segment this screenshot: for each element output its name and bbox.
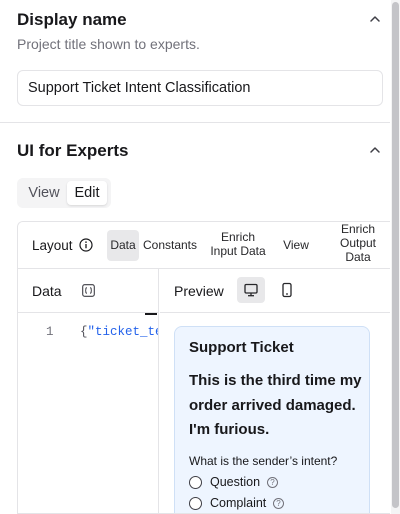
preview-pane: Preview Support Ticket This is the third… [160,269,390,513]
tab-enrich-input-data[interactable]: Enrich Input Data [206,230,270,258]
code-brace: { [80,325,88,339]
desktop-preview-button[interactable] [237,277,265,303]
radio-button[interactable] [189,476,202,489]
code-braces-icon[interactable] [82,284,95,297]
chevron-up-icon[interactable] [368,143,382,157]
chevron-up-icon[interactable] [368,12,382,26]
monitor-icon [244,283,258,297]
option-label: Question [210,475,261,489]
tab-data[interactable]: Data [107,230,139,261]
layout-tabs-bar: Layout Data Constants Enrich Input Data … [18,222,390,269]
tab-view[interactable]: View [280,238,312,252]
tab-constants[interactable]: Constants [139,238,201,252]
data-pane: Data 1 {"ticket_te [18,269,159,513]
help-circle-icon[interactable]: ? [273,498,284,509]
edit-mode-button[interactable]: Edit [67,181,107,205]
scrollbar-thumb[interactable] [392,2,399,508]
card-title: Support Ticket [189,339,294,356]
display-name-input[interactable] [17,70,383,106]
code-text: "ticket_te [87,325,158,339]
view-mode-button[interactable]: View [22,181,66,205]
layout-editor-panel: Layout Data Constants Enrich Input Data … [17,221,390,514]
card-message: This is the third time my order arrived … [189,372,362,438]
mobile-preview-button[interactable] [273,277,301,303]
radio-button[interactable] [189,497,202,510]
tab-enrich-output-data[interactable]: Enrich Output Data [332,222,384,264]
smartphone-icon [282,282,292,298]
preview-pane-header: Preview [160,269,390,313]
help-circle-icon[interactable]: ? [267,477,278,488]
editor-scroll-indicator [145,313,157,315]
view-edit-toggle: View Edit [17,178,111,208]
json-editor[interactable]: {"ticket_te [80,325,158,339]
option-label: Complaint [210,496,267,510]
info-icon[interactable] [79,238,93,252]
display-name-title: Display name [17,10,127,29]
preview-card: Support Ticket This is the third time my… [174,326,370,513]
data-pane-label: Data [32,283,62,299]
ui-for-experts-title: UI for Experts [17,141,129,160]
line-number: 1 [46,325,54,339]
page-scrollbar[interactable] [391,0,400,514]
display-name-subtitle: Project title shown to experts. [17,36,200,52]
display-name-section: Display name Project title shown to expe… [0,0,390,122]
card-question: What is the sender’s intent? [189,454,338,468]
layout-label: Layout [32,238,73,253]
preview-label: Preview [174,283,224,299]
data-pane-header: Data [18,269,159,313]
